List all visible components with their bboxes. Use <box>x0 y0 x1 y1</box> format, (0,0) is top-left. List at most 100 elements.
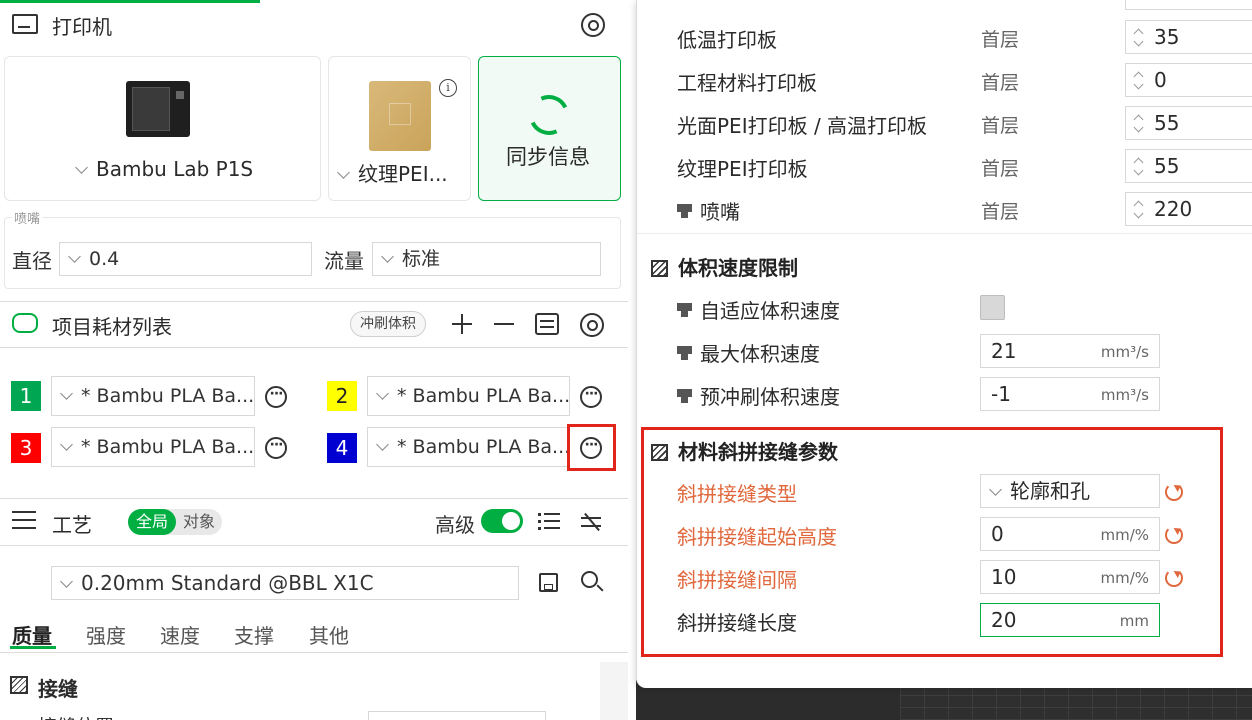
scarf-type-select[interactable]: 轮廓和孔 <box>980 474 1160 508</box>
remove-filament-icon[interactable] <box>494 323 514 325</box>
reset-icon[interactable] <box>1165 483 1183 501</box>
group-icon <box>651 260 668 277</box>
divider <box>0 498 628 499</box>
left-sidebar: 打印机 Bambu Lab P1S i 纹理PEI... 同步信息 喷嘴 直径 … <box>0 0 628 720</box>
info-icon[interactable]: i <box>439 79 457 97</box>
plate-temp-label-textured-pei: 纹理PEI打印板 <box>677 157 808 181</box>
filament-slot-2-swatch[interactable]: 2 <box>327 381 357 411</box>
filament-slot-3-select[interactable]: * Bambu PLA Ba... <box>51 427 255 467</box>
scarf-start-height-input[interactable]: 0 mm/% <box>980 517 1160 551</box>
filament-slot-3-more-icon[interactable]: ··· <box>265 437 287 459</box>
diameter-select[interactable]: 0.4 <box>59 242 312 276</box>
printer-icon <box>12 14 38 34</box>
nozzle-temp-sub: 首层 <box>981 201 1020 223</box>
plate-image-icon <box>369 81 431 151</box>
filament-slot-3-swatch[interactable]: 3 <box>11 433 41 463</box>
seam-position-select[interactable] <box>368 711 546 720</box>
divider <box>0 652 628 653</box>
sync-icon <box>523 89 575 141</box>
scarf-length-input[interactable]: 20 mm <box>980 603 1160 637</box>
adaptive-volumetric-row: 自适应体积速度 <box>677 295 840 324</box>
printer-settings-gear-icon[interactable] <box>581 13 605 37</box>
preflush-volumetric-input[interactable]: -1 mm³/s <box>980 377 1160 411</box>
list-view-icon[interactable] <box>538 513 560 531</box>
plate-temp-sub-cool: 首层 <box>981 29 1020 51</box>
global-option[interactable]: 全局 <box>128 509 176 535</box>
filament-slot-2-select[interactable]: * Bambu PLA Ba... <box>367 376 570 416</box>
scarf-type-label: 斜拼接缝类型 <box>677 482 797 506</box>
flow-value: 标准 <box>402 248 441 270</box>
max-volumetric-input[interactable]: 21 mm³/s <box>980 334 1160 368</box>
object-option[interactable]: 对象 <box>178 509 220 535</box>
plate-temp-input-smooth-pei[interactable]: 55 <box>1125 106 1252 140</box>
tab-strength[interactable]: 强度 <box>86 620 126 649</box>
nozzle-temp-label: 喷嘴 <box>700 200 740 224</box>
plate-select[interactable]: 纹理PEI... <box>337 158 448 187</box>
process-preset-select[interactable]: 0.20mm Standard @BBL X1C <box>51 566 519 600</box>
active-tab-underline <box>10 646 56 649</box>
filament-settings-panel: 低温打印板 首层 35 工程材料打印板 首层 0 光面PEI打印板 / 高温打印… <box>636 0 1252 688</box>
plate-temp-input-engineering[interactable]: 0 <box>1125 63 1252 97</box>
nozzle-icon <box>677 389 692 405</box>
nozzle-temp-input[interactable]: 220 <box>1125 192 1252 226</box>
filament-section-title: 项目耗材列表 <box>52 315 172 339</box>
filament-slot-4-select[interactable]: * Bambu PLA Ba... <box>367 427 570 467</box>
search-icon[interactable] <box>581 571 604 592</box>
printer-section-title: 打印机 <box>52 15 112 39</box>
printer-image-icon <box>126 81 190 137</box>
tab-others[interactable]: 其他 <box>309 620 349 649</box>
max-volumetric-label: 最大体积速度 <box>700 342 820 366</box>
filament-slot-2-name: * Bambu PLA Ba... <box>397 385 570 407</box>
plate-temp-input-textured-pei[interactable]: 55 <box>1125 149 1252 183</box>
nozzle-icon <box>677 346 692 362</box>
filament-slot-1-more-icon[interactable]: ··· <box>265 386 287 408</box>
scarf-gap-unit: mm/% <box>1100 569 1149 587</box>
compare-icon[interactable] <box>581 512 603 532</box>
add-filament-icon[interactable] <box>452 313 472 335</box>
filament-slot-4-name: * Bambu PLA Ba... <box>397 436 570 458</box>
filament-slot-4-swatch[interactable]: 4 <box>327 433 357 463</box>
advanced-toggle[interactable] <box>481 509 523 533</box>
nozzle-temp-row: 喷嘴 <box>677 196 740 225</box>
preflush-volumetric-value: -1 <box>991 382 1011 406</box>
scarf-type-value: 轮廓和孔 <box>1010 479 1090 503</box>
plate-temp-sub-textured-pei: 首层 <box>981 158 1020 180</box>
scarf-length-label: 斜拼接缝长度 <box>677 611 797 635</box>
filament-slot-1-select[interactable]: * Bambu PLA Ba... <box>51 376 255 416</box>
printer-select[interactable]: Bambu Lab P1S <box>75 157 253 181</box>
reset-icon[interactable] <box>1165 526 1183 544</box>
scarf-length-unit: mm <box>1119 612 1149 630</box>
global-object-toggle[interactable]: 全局 对象 <box>128 509 222 535</box>
tab-support[interactable]: 支撑 <box>234 620 274 649</box>
flow-select[interactable]: 标准 <box>372 242 601 276</box>
plate-temp-input-cool[interactable]: 35 <box>1125 20 1252 54</box>
sync-ams-icon[interactable] <box>535 313 559 335</box>
plate-card[interactable]: i 纹理PEI... <box>328 56 471 201</box>
adaptive-volumetric-checkbox[interactable] <box>980 295 1005 320</box>
filament-settings-gear-icon[interactable] <box>580 313 604 337</box>
scarf-start-height-value: 0 <box>991 522 1004 546</box>
sync-info-button[interactable]: 同步信息 <box>478 56 621 201</box>
advanced-label: 高级 <box>435 513 475 537</box>
max-volumetric-value: 21 <box>991 339 1017 363</box>
progress-strip <box>0 0 260 3</box>
tab-speed[interactable]: 速度 <box>160 620 200 649</box>
filament-slot-4-more-icon[interactable]: ··· <box>580 437 602 459</box>
chevron-down-icon <box>337 166 350 179</box>
filament-slot-3-name: * Bambu PLA Ba... <box>81 436 255 458</box>
chevron-down-icon <box>60 575 73 588</box>
process-section-title: 工艺 <box>52 513 92 537</box>
save-preset-icon[interactable] <box>539 573 558 592</box>
nozzle-icon <box>677 303 692 319</box>
filament-slot-1-swatch[interactable]: 1 <box>11 381 41 411</box>
chevron-down-icon <box>60 387 73 400</box>
printer-card[interactable]: Bambu Lab P1S <box>4 56 321 201</box>
adaptive-volumetric-label: 自适应体积速度 <box>700 299 840 323</box>
tab-quality[interactable]: 质量 <box>12 620 52 649</box>
reset-icon[interactable] <box>1165 569 1183 587</box>
filament-slot-2-more-icon[interactable]: ··· <box>580 386 602 408</box>
scarf-gap-input[interactable]: 10 mm/% <box>980 560 1160 594</box>
flush-volume-button[interactable]: 冲刷体积 <box>350 311 426 337</box>
scrollbar[interactable] <box>600 662 628 720</box>
plate-temp-label-cool: 低温打印板 <box>677 28 777 52</box>
